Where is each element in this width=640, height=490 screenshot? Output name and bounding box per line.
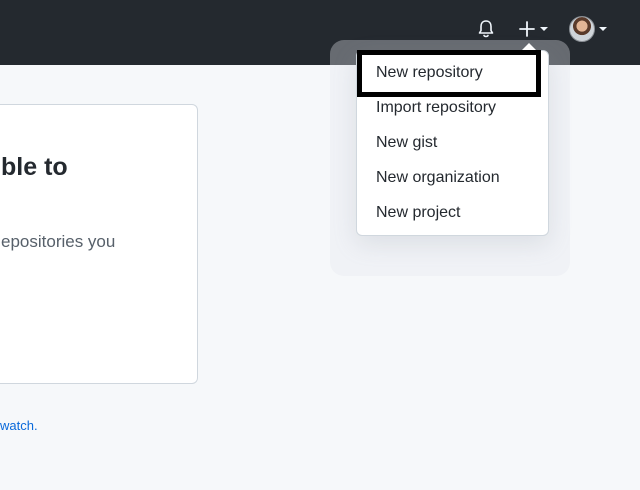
- main-card: ble to epositories you: [0, 104, 198, 384]
- bell-icon: [478, 20, 494, 38]
- menu-item-new-gist[interactable]: New gist: [376, 132, 437, 154]
- card-heading: ble to: [1, 153, 68, 181]
- card-description: epositories you: [1, 232, 116, 251]
- user-menu-button[interactable]: [566, 15, 610, 43]
- menu-item-new-repository[interactable]: New repository: [376, 62, 483, 84]
- chevron-down-icon: [540, 27, 548, 31]
- menu-item-new-project[interactable]: New project: [376, 202, 460, 224]
- menu-item-import-repository[interactable]: Import repository: [376, 97, 496, 119]
- watch-link[interactable]: watch.: [0, 418, 38, 433]
- avatar: [569, 16, 595, 42]
- menu-item-new-organization[interactable]: New organization: [376, 167, 500, 189]
- dropdown-pointer: [522, 43, 536, 50]
- create-new-dropdown-button[interactable]: [514, 18, 552, 40]
- plus-icon: [519, 21, 535, 37]
- notifications-bell-icon[interactable]: [476, 18, 496, 40]
- chevron-down-icon: [599, 27, 607, 31]
